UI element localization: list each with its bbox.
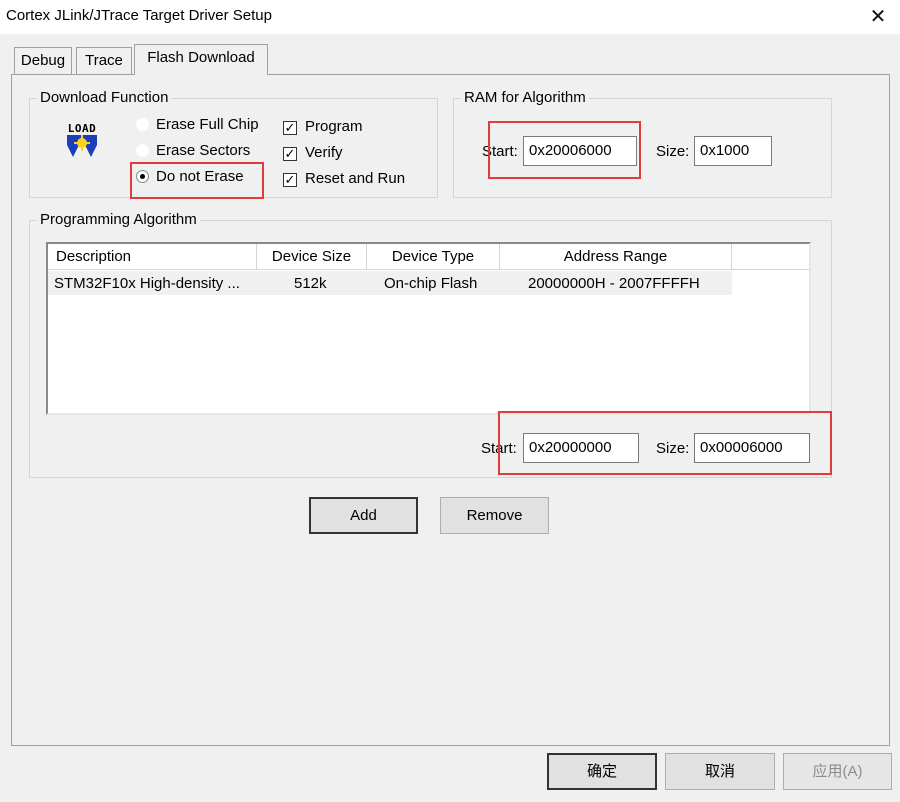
- add-button[interactable]: Add: [309, 497, 418, 534]
- download-function-title: Download Function: [37, 89, 172, 106]
- checkbox-reset-and-run-label: Reset and Run: [305, 170, 406, 187]
- row-address-range: 20000000H - 2007FFFFH: [528, 275, 700, 292]
- checkbox-verify-label: Verify: [305, 144, 343, 161]
- highlight-ram-start: [488, 121, 641, 179]
- ok-button[interactable]: 确定: [547, 753, 657, 790]
- tab-debug[interactable]: Debug: [14, 47, 72, 75]
- close-icon[interactable]: ✕: [866, 5, 890, 29]
- radio-erase-full-chip[interactable]: [136, 118, 149, 131]
- highlight-do-not-erase: [130, 162, 264, 199]
- checkbox-verify[interactable]: ✓: [283, 147, 297, 161]
- cancel-button[interactable]: 取消: [665, 753, 775, 790]
- window-title: Cortex JLink/JTrace Target Driver Setup: [6, 7, 272, 24]
- column-filler: [732, 244, 809, 270]
- column-address-range[interactable]: Address Range: [500, 244, 732, 270]
- row-device-type: On-chip Flash: [384, 275, 478, 292]
- checkbox-program[interactable]: ✓: [283, 121, 297, 135]
- column-device-type[interactable]: Device Type: [367, 244, 500, 270]
- row-description: STM32F10x High-density ...: [54, 275, 240, 292]
- ram-size-label: Size:: [656, 143, 690, 160]
- algorithm-list[interactable]: Description Device Size Device Type Addr…: [46, 242, 811, 415]
- apply-button[interactable]: 应用(A): [783, 753, 892, 790]
- highlight-algo-start-size: [498, 411, 832, 475]
- column-device-size[interactable]: Device Size: [257, 244, 367, 270]
- column-description[interactable]: Description: [48, 244, 257, 270]
- remove-button[interactable]: Remove: [440, 497, 549, 534]
- checkbox-reset-and-run[interactable]: ✓: [283, 173, 297, 187]
- load-icon-text: LOAD: [67, 122, 97, 135]
- ram-for-algorithm-title: RAM for Algorithm: [461, 89, 589, 106]
- programming-algorithm-title: Programming Algorithm: [37, 211, 200, 228]
- radio-erase-full-chip-label: Erase Full Chip: [156, 116, 259, 133]
- row-device-size: 512k: [294, 275, 327, 292]
- radio-erase-sectors[interactable]: [136, 144, 149, 157]
- load-icon: LOAD: [60, 122, 104, 162]
- tab-trace[interactable]: Trace: [76, 47, 132, 75]
- active-tab-joint: [135, 73, 267, 76]
- checkbox-program-label: Program: [305, 118, 363, 135]
- tab-flash-download[interactable]: Flash Download: [134, 44, 268, 75]
- ram-size-field[interactable]: 0x1000: [694, 136, 772, 166]
- download-arrows-icon: [67, 135, 97, 157]
- radio-erase-sectors-label: Erase Sectors: [156, 142, 251, 159]
